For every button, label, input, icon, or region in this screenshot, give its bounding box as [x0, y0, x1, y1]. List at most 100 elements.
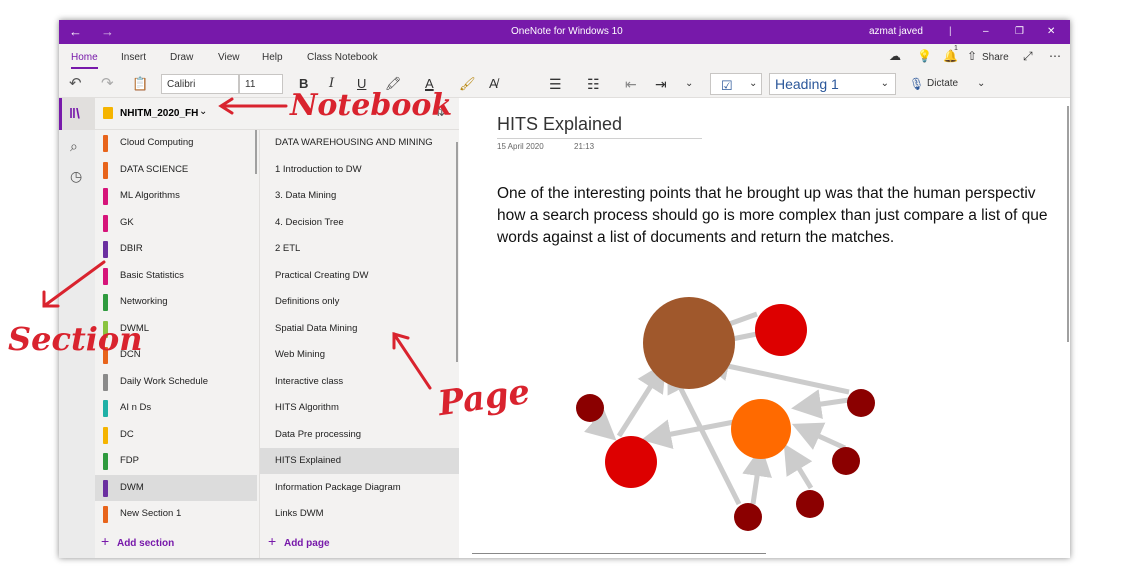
page-item[interactable]: Web Mining — [260, 342, 460, 368]
lightbulb-icon[interactable]: 💡 — [917, 49, 932, 63]
redo-icon[interactable]: ↷ — [101, 74, 114, 94]
format-painter-icon[interactable]: 🖌 — [459, 74, 476, 94]
page-item[interactable]: Definitions only — [260, 289, 460, 315]
graph-edge — [616, 361, 667, 438]
section-item[interactable]: New Section 1 — [95, 501, 257, 527]
tag-dropdown[interactable]: ☑ ⌄ — [710, 73, 762, 95]
section-color-tab — [103, 479, 108, 497]
close-button[interactable]: ✕ — [1047, 20, 1055, 44]
graph-node-authority — [605, 436, 657, 488]
back-icon[interactable]: ← — [69, 20, 82, 44]
horizontal-scrollbar[interactable] — [472, 553, 766, 554]
page-item[interactable]: Links DWM — [260, 501, 460, 527]
undo-icon[interactable]: ↶ — [69, 74, 82, 94]
dictate-chevron-icon[interactable]: ⌄ — [977, 74, 985, 94]
section-color-tab — [103, 135, 108, 152]
page-scrollbar[interactable] — [456, 142, 458, 362]
section-item-label: New Section 1 — [120, 508, 182, 519]
page-item[interactable]: 2 ETL — [260, 236, 460, 262]
sync-icon[interactable]: ☁ — [889, 49, 901, 63]
page-item-label: Practical Creating DW — [275, 269, 369, 281]
section-item[interactable]: Daily Work Schedule — [95, 369, 257, 395]
tab-class-notebook[interactable]: Class Notebook — [307, 52, 378, 63]
section-item-label: Basic Statistics — [120, 269, 184, 281]
graph-edge — [791, 422, 847, 451]
section-scrollbar[interactable] — [255, 130, 257, 174]
font-size-field[interactable]: 11 — [239, 74, 283, 94]
section-item-label: ML Algorithms — [120, 190, 180, 201]
page-item[interactable]: DATA WAREHOUSING AND MINING — [260, 130, 460, 156]
page-item[interactable]: Information Package Diagram — [260, 475, 460, 501]
tab-home[interactable]: Home — [71, 52, 98, 69]
page-item-label: Web Mining — [275, 349, 325, 360]
style-dropdown[interactable]: Heading 1 ⌄ — [769, 73, 896, 95]
tab-view[interactable]: View — [218, 52, 240, 63]
tab-help[interactable]: Help — [262, 52, 283, 63]
page-title[interactable]: HITS Explained — [497, 114, 622, 135]
page-item-label: 2 ETL — [275, 243, 301, 254]
section-item[interactable]: Networking — [95, 289, 257, 315]
section-color-tab — [103, 426, 108, 444]
microphone-icon[interactable]: 🎙 — [909, 74, 924, 94]
section-color-tab — [103, 453, 108, 470]
page-canvas[interactable]: HITS Explained 15 April 2020 21:13 One o… — [459, 98, 1070, 558]
section-item[interactable]: Cloud Computing — [95, 130, 257, 156]
dictate-button[interactable]: Dictate — [927, 74, 958, 94]
section-item[interactable]: DWM — [95, 474, 257, 501]
titlebar-divider: | — [949, 26, 952, 37]
page-item-label: DATA WAREHOUSING AND MINING — [275, 137, 433, 148]
font-name-field[interactable]: Calibri — [161, 74, 239, 94]
clipboard-icon[interactable]: 📋 — [132, 74, 148, 94]
page-item[interactable]: Interactive class — [260, 369, 460, 395]
bullet-list-icon[interactable]: ☰ — [549, 74, 562, 94]
notebooks-button[interactable]: ‖\ — [59, 98, 95, 130]
tab-draw[interactable]: Draw — [170, 52, 193, 63]
section-item[interactable]: ML Algorithms — [95, 183, 257, 209]
section-item[interactable]: DATA SCIENCE — [95, 157, 257, 183]
section-item[interactable]: FDP — [95, 448, 257, 474]
section-item[interactable]: DC — [95, 422, 257, 448]
decrease-indent-icon[interactable]: ⇤ — [625, 74, 637, 94]
add-section-button[interactable]: + Add section — [101, 530, 174, 552]
page-item[interactable]: Practical Creating DW — [260, 263, 460, 289]
increase-indent-icon[interactable]: ⇥ — [655, 74, 667, 94]
page-item[interactable]: Data Pre processing — [260, 422, 460, 448]
page-item[interactable]: Spatial Data Mining — [260, 316, 460, 342]
search-icon[interactable]: ⌕ — [70, 138, 78, 155]
maximize-button[interactable]: ❐ — [1015, 20, 1024, 44]
section-color-tab — [103, 294, 108, 311]
notebook-icon — [103, 107, 113, 119]
canvas-scrollbar[interactable] — [1067, 106, 1069, 342]
page-item[interactable]: HITS Algorithm — [260, 395, 460, 421]
page-item[interactable]: HITS Explained — [260, 448, 460, 474]
clear-formatting-icon[interactable]: A̸ — [489, 74, 498, 94]
graph-node-small — [796, 490, 824, 518]
graph-edge — [783, 443, 814, 490]
forward-icon[interactable]: → — [101, 20, 114, 44]
note-body[interactable]: One of the interesting points that he br… — [497, 183, 1070, 249]
graph-node-hub — [731, 399, 791, 459]
expand-icon[interactable]: ⤢ — [1023, 49, 1033, 64]
section-item[interactable]: GK — [95, 210, 257, 236]
section-color-tab — [103, 506, 108, 523]
section-color-tab — [103, 214, 108, 232]
page-item[interactable]: 1 Introduction to DW — [260, 157, 460, 183]
section-item[interactable]: AI n Ds — [95, 395, 257, 421]
add-page-button[interactable]: + Add page — [268, 530, 330, 552]
section-item[interactable]: Basic Statistics — [95, 263, 257, 289]
more-formatting-chevron-icon[interactable]: ⌄ — [685, 74, 693, 94]
page-item-label: HITS Algorithm — [275, 402, 339, 413]
share-button[interactable]: Share — [982, 52, 1009, 63]
tab-insert[interactable]: Insert — [121, 52, 146, 63]
numbered-list-icon[interactable]: ☷ — [587, 74, 600, 94]
user-name[interactable]: azmat javed — [869, 20, 923, 44]
page-item-label: 4. Decision Tree — [275, 216, 344, 228]
page-item[interactable]: 3. Data Mining — [260, 183, 460, 209]
graph-edge — [699, 351, 850, 395]
share-icon[interactable]: ⇧ — [967, 49, 977, 63]
minimize-button[interactable]: – — [983, 20, 989, 44]
section-item[interactable]: DBIR — [95, 236, 257, 262]
page-item[interactable]: 4. Decision Tree — [260, 210, 460, 236]
recent-notes-icon[interactable]: ◷ — [70, 168, 82, 185]
more-options-icon[interactable]: ⋯ — [1049, 49, 1061, 63]
